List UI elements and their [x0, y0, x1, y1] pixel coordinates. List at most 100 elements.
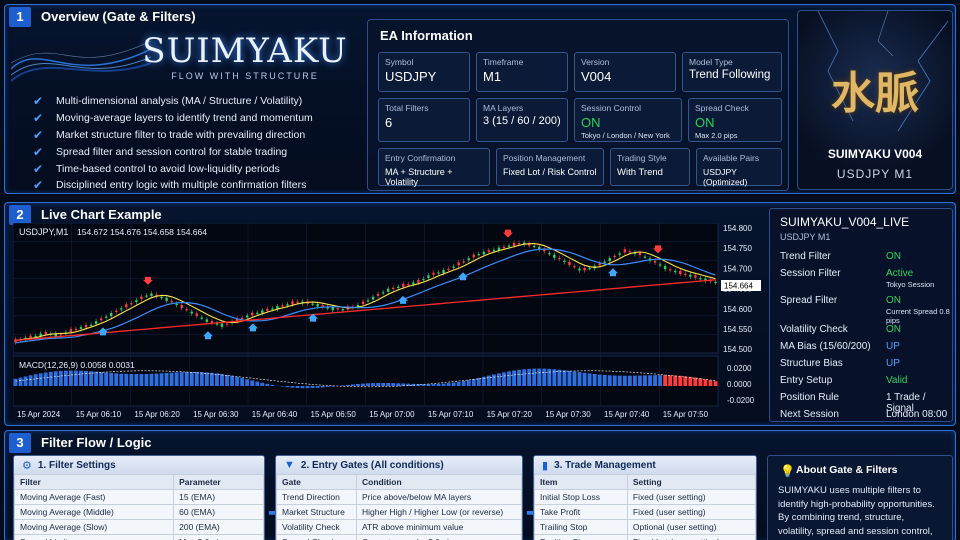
macd-bar	[466, 380, 471, 386]
status-value: UP	[886, 341, 900, 352]
table-row: Volatility Check ATR above minimum value	[276, 519, 522, 535]
candle-body	[210, 321, 214, 323]
macd-bar	[693, 377, 698, 386]
macd-bar	[154, 373, 159, 386]
macd-bar	[391, 383, 396, 386]
candle-body	[427, 275, 430, 278]
macd-bar	[235, 376, 240, 386]
status-title: SUIMYAKU_V004_LIVE	[780, 215, 910, 229]
emblem-symbol: USDJPY M1	[836, 167, 914, 181]
status-value: ON	[886, 295, 901, 306]
section-number: 2	[9, 204, 31, 225]
macd-bar	[58, 370, 63, 386]
feature-item: ✔ Time-based control to avoid low-liquidi…	[33, 160, 313, 177]
ea-style-box: Trading Style With Trend	[610, 148, 690, 186]
macd-bar	[567, 370, 572, 386]
about-title: About Gate & Filters	[796, 464, 898, 476]
table-cell: Trend Direction	[276, 489, 357, 505]
table-cell: Fixed Lot (user setting)	[626, 534, 756, 540]
candle-body	[684, 273, 687, 275]
candle-body	[376, 293, 380, 296]
table-cell: Spread Check	[276, 534, 357, 540]
candle-body	[140, 296, 143, 300]
candle-body	[417, 280, 420, 283]
candle-body	[679, 270, 682, 274]
candle-body	[104, 316, 108, 318]
candle-body	[512, 242, 516, 246]
macd-bar	[290, 386, 295, 388]
candle-body	[311, 303, 314, 305]
status-value: Active	[886, 268, 914, 279]
table-row: Moving Average (Middle) 60 (EMA)	[14, 504, 264, 520]
chart-ohlc-label: 154.672 154.676 154.658 154.664	[77, 227, 207, 237]
ea-spread-label: Spread Check	[695, 103, 749, 113]
table-row: Spread LimitMax 2.0 pips	[14, 534, 264, 540]
candle-body	[205, 319, 209, 322]
table-cell: 200 (EMA)	[173, 519, 264, 535]
price-chart[interactable]: 154.800154.750154.700154.650154.600154.5…	[13, 223, 765, 423]
macd-bar	[270, 384, 275, 386]
trade-management-table: Item Setting Initial Stop Loss Fixed (user …	[534, 474, 756, 540]
ea-pairs-value: USDJPY (Optimized)	[703, 167, 748, 187]
candle-body	[618, 253, 622, 255]
macd-bar	[114, 373, 119, 386]
time-tick-label: 15 Apr 07:00	[369, 410, 415, 419]
time-tick-label: 15 Apr 07:10	[428, 410, 474, 419]
macd-bar	[436, 383, 441, 386]
section-header: 3 Filter Flow / Logic	[5, 431, 152, 453]
macd-bar	[527, 368, 532, 386]
status-subtitle: USDJPY M1	[780, 232, 831, 242]
macd-bar	[532, 368, 537, 386]
table-cell: Fixed (user setting)	[626, 489, 756, 505]
candle-body	[59, 334, 63, 336]
status-key: Trend Filter	[780, 251, 831, 262]
candle-body	[291, 301, 294, 305]
candle-body	[160, 296, 163, 299]
macd-bar	[668, 375, 673, 386]
macd-tick-label: 0.0200	[727, 364, 752, 373]
col-header: Parameter	[173, 474, 264, 490]
table-cell: Price above/below MA layers	[356, 489, 522, 505]
candle-body	[588, 268, 591, 270]
macd-bar	[663, 375, 668, 386]
candle-body	[397, 286, 400, 289]
feature-item: ✔ Multi-dimensional analysis (MA / Struct…	[33, 93, 313, 110]
live-chart-section: 2 Live Chart Example 154.800 154.750 154.7…	[4, 202, 956, 426]
macd-bar	[582, 372, 587, 386]
price-tick-label: 154.700	[723, 264, 752, 273]
candle-body	[548, 253, 551, 255]
status-key: Spread Filter	[780, 295, 838, 306]
panel-header: ▮ 3. Trade Management	[534, 456, 756, 474]
panel-title: 3. Trade Management	[554, 459, 656, 471]
panel-title: 1. Filter Settings	[37, 459, 116, 471]
macd-bar	[381, 382, 386, 386]
candle-body	[94, 321, 98, 324]
candle-body	[225, 323, 229, 325]
macd-bar	[53, 371, 58, 386]
feature-list: ✔ Multi-dimensional analysis (MA / Struct…	[33, 93, 313, 194]
price-tick-label: 154.550	[723, 325, 752, 334]
candle-body	[658, 264, 662, 266]
feature-text: Time-based control to avoid low-liquidit…	[56, 162, 280, 175]
macd-bar	[356, 383, 360, 386]
brand-logo: SUIMYAKU FLOW WITH STRUCTURE	[135, 31, 355, 81]
status-note: Current Spread 0.8 pips	[886, 307, 950, 325]
macd-bar	[502, 372, 506, 386]
ea-ma-layers-label: MA Layers	[483, 103, 524, 113]
candle-body	[668, 269, 672, 271]
macd-bar	[189, 371, 194, 386]
table-row: Moving Average (Slow) 200 (EMA)	[14, 519, 264, 535]
candle-body	[175, 303, 178, 306]
ea-entry-value: MA + Structure + Volatility	[385, 167, 453, 187]
candle-body	[271, 308, 274, 310]
macd-bar	[597, 374, 602, 386]
feature-item: ✔ Disciplined entry logic with multiple c…	[33, 177, 313, 194]
check-icon: ✔	[33, 144, 44, 159]
chart-symbol-label: USDJPY,M1	[19, 227, 68, 237]
time-tick-label: 15 Apr 06:30	[193, 410, 239, 419]
check-icon: ✔	[33, 178, 44, 193]
macd-bar	[280, 386, 285, 387]
ea-position-box: Position Management Fixed Lot / Risk Con…	[496, 148, 604, 186]
macd-bar	[446, 383, 451, 386]
section-header: 2 Live Chart Example	[5, 203, 162, 225]
